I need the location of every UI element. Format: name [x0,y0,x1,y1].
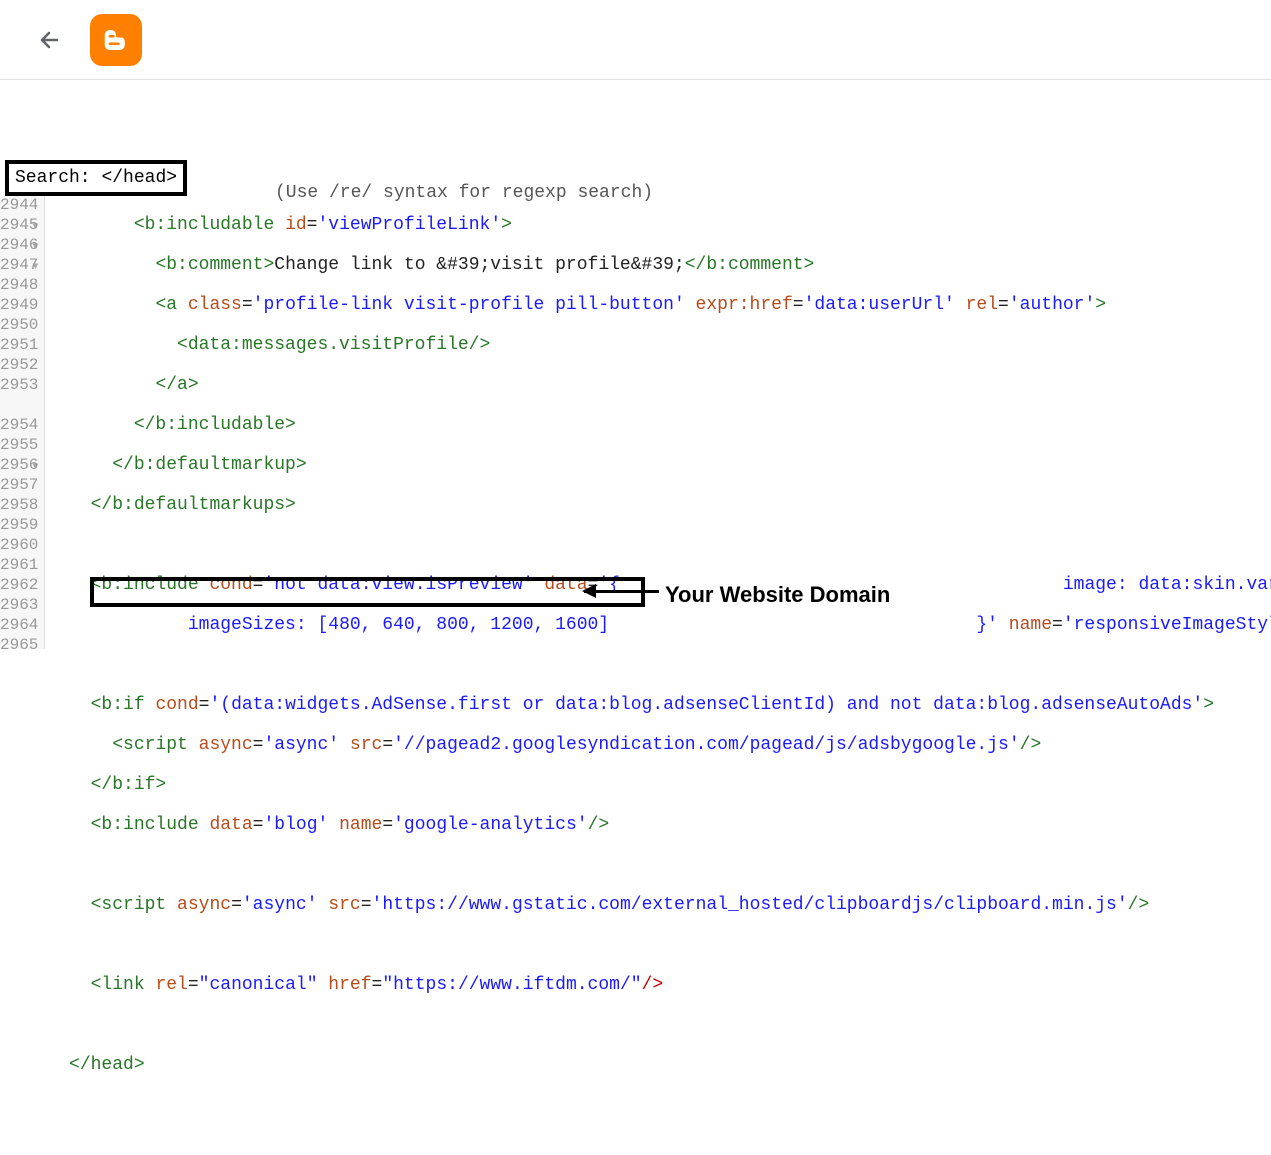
code-line-2950: </b:defaultmarkup> [47,455,1271,475]
code-line-2948: </a> [47,375,1271,395]
code-line-2961 [47,935,1271,955]
code-line-2953b: imageSizes: [480, 640, 800, 1200, 1600] … [47,615,1271,635]
code-line-2965 [47,1095,1271,1115]
code-line-2962: <link rel="canonical" href="https://www.… [47,975,1271,995]
code-line-2960: <script async='async' src='https://www.g… [47,895,1271,915]
code-line-2958: <b:include data='blog' name='google-anal… [47,815,1271,835]
code-line-2956: <script async='async' src='//pagead2.goo… [47,735,1271,755]
code-content[interactable]: <b:includable id='viewProfileLink'> <b:c… [45,195,1271,649]
code-line-2957: </b:if> [47,775,1271,795]
code-line-2946: <a class='profile-link visit-profile pil… [47,295,1271,315]
code-line-2945: <b:comment>Change link to &#39;visit pro… [47,255,1271,275]
search-label: Search: [15,168,91,188]
code-line-2949: </b:includable> [47,415,1271,435]
code-line-2959 [47,855,1271,875]
code-line-2947: <data:messages.visitProfile/> [47,335,1271,355]
annotation-label: Your Website Domain [665,582,890,608]
back-button[interactable] [38,28,62,52]
annotation-arrow [584,590,659,593]
code-line-2963 [47,1015,1271,1035]
line-gutter: 2944 ▼ 2945 ▼ 2946 ▼ 2947 2948 2949 2950… [0,195,45,649]
app-header [0,0,1271,80]
code-line-2953: <b:include cond='not data:view.isPreview… [47,575,1271,595]
search-value: </head> [101,168,177,188]
code-line-2964: </head> [47,1055,1271,1075]
code-line-2955: <b:if cond='(data:widgets.AdSense.first … [47,695,1271,715]
blogger-logo[interactable] [90,14,142,66]
code-line-2944: <b:includable id='viewProfileLink'> [47,215,1271,235]
code-line-2951: </b:defaultmarkups> [47,495,1271,515]
search-box[interactable]: Search: </head> [5,160,187,196]
code-line-2954 [47,655,1271,675]
code-line-2952 [47,535,1271,555]
code-editor[interactable]: 2944 ▼ 2945 ▼ 2946 ▼ 2947 2948 2949 2950… [0,195,1271,649]
